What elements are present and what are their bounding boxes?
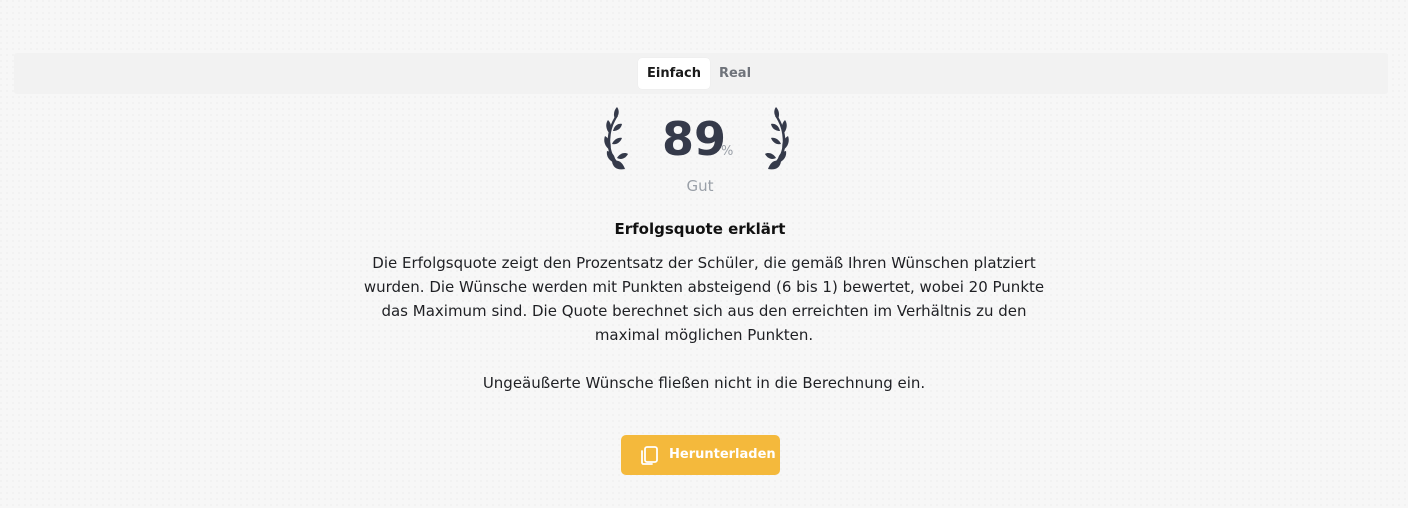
explanation-note: Ungeäußerte Wünsche fließen nicht in die… — [482, 374, 926, 392]
copy-icon — [641, 446, 658, 465]
download-button[interactable]: Herunterladen — [621, 435, 780, 475]
explanation-paragraph: Die Erfolgsquote zeigt den Prozentsatz d… — [363, 254, 1045, 344]
success-rate-rating: Gut — [686, 177, 714, 195]
percent-unit: % — [721, 144, 734, 159]
download-button-label: Herunterladen — [669, 447, 776, 462]
success-rate-value: 89 — [661, 112, 726, 166]
laurel-left-icon — [604, 107, 628, 170]
tab-real[interactable]: Real — [712, 58, 758, 89]
laurel-right-icon — [765, 107, 789, 170]
view-mode-tabs: Einfach Real — [14, 53, 1388, 94]
explanation-title: Erfolgsquote erklärt — [614, 220, 786, 238]
tab-einfach[interactable]: Einfach — [638, 58, 710, 89]
